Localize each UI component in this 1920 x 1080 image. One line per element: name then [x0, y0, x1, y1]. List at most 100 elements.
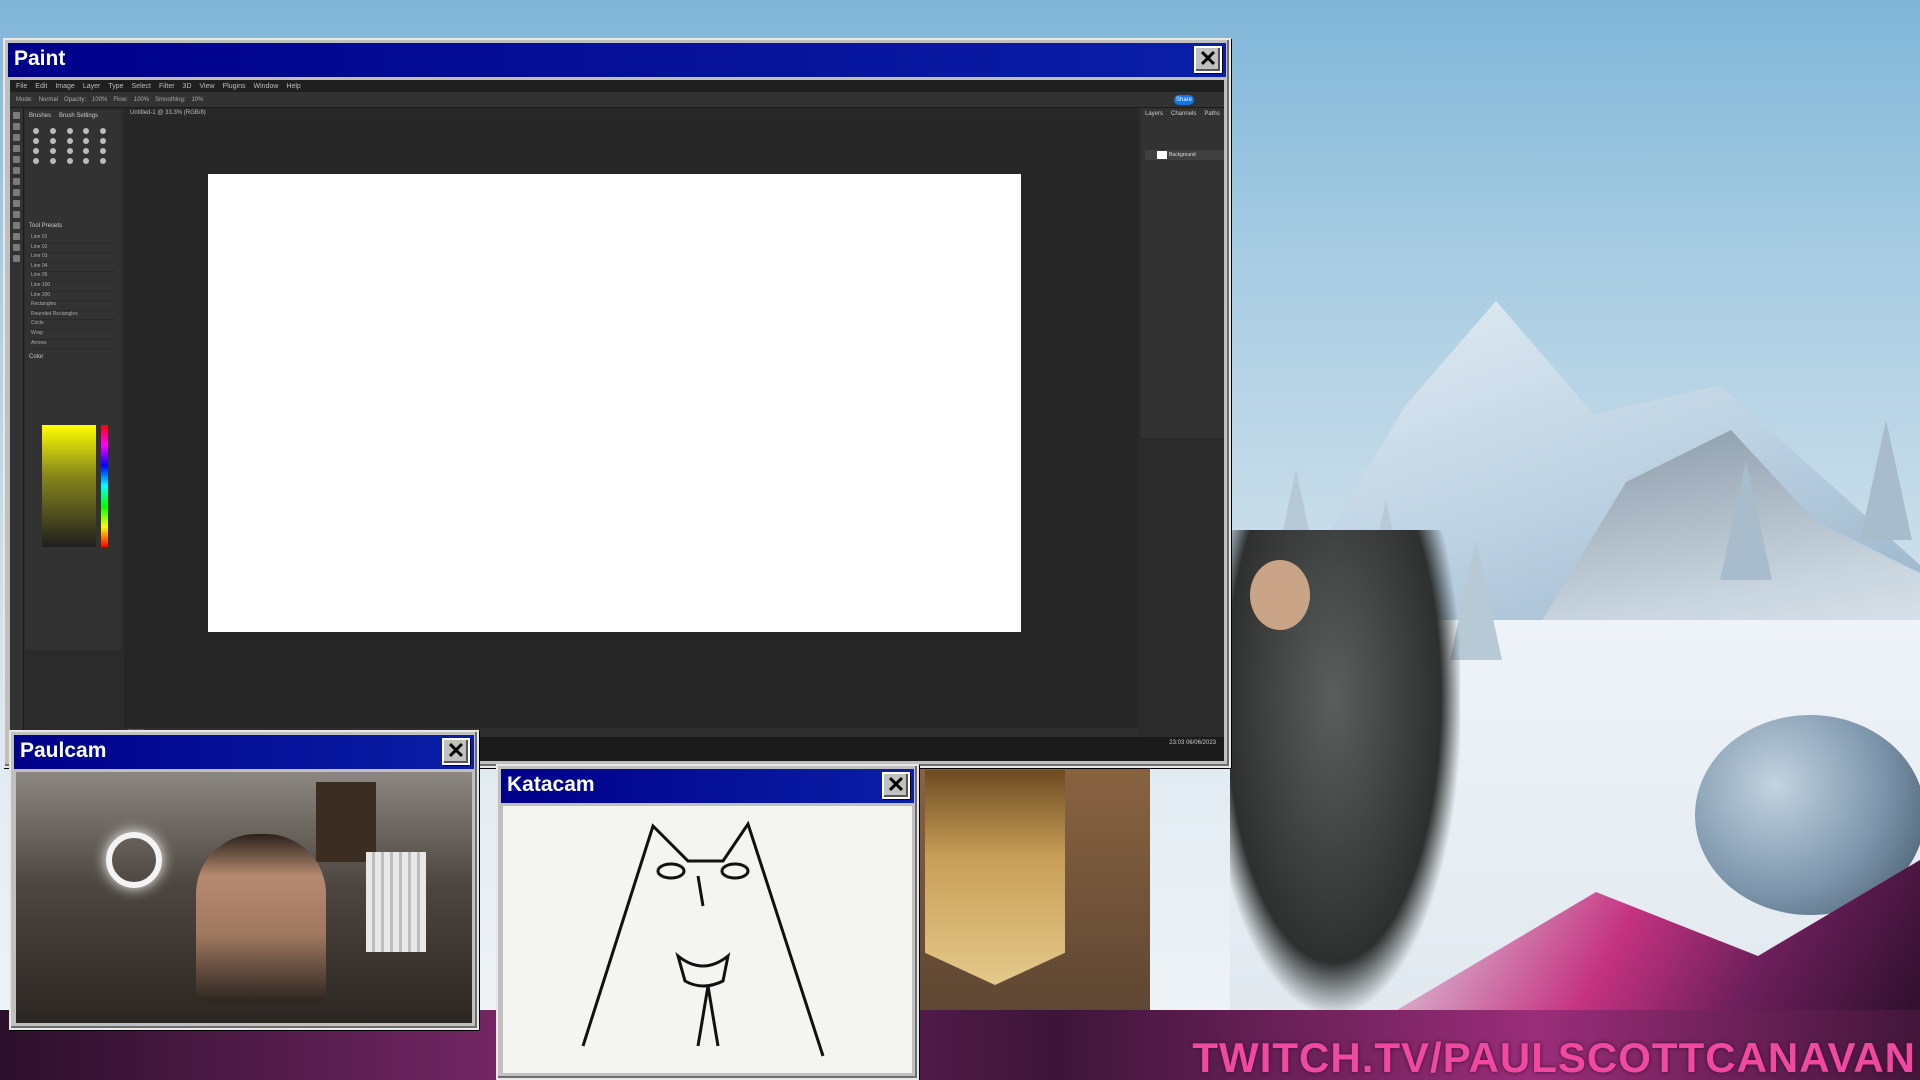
pine-tree [1860, 420, 1912, 540]
gradient-tool-icon[interactable] [13, 200, 20, 207]
tool-preset-item[interactable]: Arrows [31, 340, 115, 350]
brush-preset[interactable] [33, 148, 39, 154]
brush-preset[interactable] [83, 138, 90, 144]
tool-presets-list: Line 01 Line 02 Line 03 Line 04 Line 05 … [25, 232, 121, 351]
tool-preset-item[interactable]: Line 01 [31, 234, 115, 244]
option-opacity-value[interactable]: 100% [92, 97, 107, 103]
menu-plugins[interactable]: Plugins [223, 83, 246, 90]
paint-close-button[interactable]: ✕ [1194, 46, 1222, 73]
menu-select[interactable]: Select [132, 83, 151, 90]
twitch-url: TWITCH.TV/PAULSCOTTCANAVAN [1192, 1034, 1916, 1080]
shape-tool-icon[interactable] [13, 233, 20, 240]
eyedropper-tool-icon[interactable] [13, 156, 20, 163]
katacam-title: Katacam [507, 773, 595, 796]
brush-preset[interactable] [66, 148, 73, 154]
bookshelf [316, 782, 376, 862]
menu-help[interactable]: Help [286, 83, 300, 90]
paint-window: Paint ✕ File Edit Image Layer Type Selec… [3, 38, 1231, 768]
brush-preset[interactable] [33, 138, 39, 144]
tool-preset-item[interactable]: Line 04 [31, 263, 115, 273]
paulcam-close-button[interactable]: ✕ [442, 738, 470, 765]
tool-preset-item[interactable]: Circle [31, 320, 115, 330]
type-tool-icon[interactable] [13, 222, 20, 229]
brush-preset[interactable] [33, 128, 39, 134]
share-button[interactable]: Share [1174, 95, 1194, 105]
option-mode-select[interactable]: Normal [39, 97, 58, 103]
panel-tabs: Brushes Brush Settings [25, 110, 121, 122]
layer-row-background[interactable]: Background [1145, 150, 1224, 160]
katacam-window: Katacam ✕ [496, 764, 919, 1080]
menu-edit[interactable]: Edit [35, 83, 47, 90]
tool-preset-item[interactable]: Line 200 [31, 292, 115, 302]
paint-title-bar[interactable]: Paint ✕ [8, 43, 1226, 77]
brush-preset[interactable] [100, 158, 107, 164]
brush-preset[interactable] [83, 158, 90, 164]
tool-presets-title: Tool Presets [29, 223, 63, 229]
brush-preset[interactable] [100, 148, 107, 154]
lasso-tool-icon[interactable] [13, 134, 20, 141]
paulcam-window: Paulcam ✕ [9, 730, 479, 1030]
brush-preset[interactable] [49, 158, 56, 164]
menu-3d[interactable]: 3D [183, 83, 192, 90]
menu-bar: File Edit Image Layer Type Select Filter… [10, 80, 1224, 92]
brush-preset[interactable] [83, 148, 90, 154]
menu-type[interactable]: Type [108, 83, 123, 90]
hand-tool-icon[interactable] [13, 244, 20, 251]
option-flow-value[interactable]: 100% [134, 97, 149, 103]
tab-channels[interactable]: Channels [1167, 108, 1200, 120]
layer-name: Background [1169, 152, 1196, 158]
zoom-tool-icon[interactable] [13, 255, 20, 262]
menu-filter[interactable]: Filter [159, 83, 175, 90]
pen-tool-icon[interactable] [13, 211, 20, 218]
crop-tool-icon[interactable] [13, 145, 20, 152]
tab-brush-settings[interactable]: Brush Settings [55, 110, 102, 122]
document-tab[interactable]: Untitled-1 @ 33.3% (RGB/8) [124, 108, 1138, 118]
marquee-tool-icon[interactable] [13, 123, 20, 130]
katacam-title-bar[interactable]: Katacam ✕ [501, 769, 914, 803]
tab-layers[interactable]: Layers [1141, 108, 1167, 120]
option-mode-label: Mode: [16, 96, 33, 103]
eraser-tool-icon[interactable] [13, 189, 20, 196]
tool-preset-item[interactable]: Line 05 [31, 272, 115, 282]
tab-brushes[interactable]: Brushes [25, 110, 55, 122]
stamp-tool-icon[interactable] [13, 178, 20, 185]
brush-preset[interactable] [66, 128, 73, 134]
drawing-canvas[interactable] [208, 174, 1021, 632]
brush-preset[interactable] [66, 158, 73, 164]
cat-eye-right [720, 862, 750, 880]
menu-image[interactable]: Image [55, 83, 74, 90]
brush-preset[interactable] [49, 128, 56, 134]
tool-preset-item[interactable]: Line 03 [31, 253, 115, 263]
paulcam-title-bar[interactable]: Paulcam ✕ [14, 735, 474, 769]
tool-preset-item[interactable]: Line 100 [31, 282, 115, 292]
options-bar: Mode: Normal Opacity: 100% Flow: 100% Sm… [10, 92, 1224, 108]
katacam-close-button[interactable]: ✕ [882, 772, 910, 799]
window-title: Paint [14, 47, 66, 70]
tool-preset-item[interactable]: Rectangles [31, 301, 115, 311]
tool-preset-item[interactable]: Line 02 [31, 244, 115, 254]
cat-sketch [503, 806, 912, 1073]
brush-preset[interactable] [100, 138, 107, 144]
menu-view[interactable]: View [200, 83, 215, 90]
photoshop-app: File Edit Image Layer Type Select Filter… [10, 80, 1224, 761]
move-tool-icon[interactable] [13, 112, 20, 119]
hue-slider[interactable] [101, 425, 108, 547]
toolbar [10, 108, 24, 761]
brush-preset[interactable] [33, 158, 39, 164]
brush-tool-icon[interactable] [13, 167, 20, 174]
brush-preset[interactable] [49, 148, 56, 154]
cat-drawing [581, 820, 825, 1057]
option-smoothing-value[interactable]: 10% [191, 97, 203, 103]
tool-preset-item[interactable]: Wrap [31, 330, 115, 340]
menu-window[interactable]: Window [254, 83, 279, 90]
brush-preset[interactable] [83, 128, 90, 134]
brush-preset[interactable] [100, 128, 107, 134]
menu-file[interactable]: File [16, 83, 27, 90]
layers-panel: Layers Channels Paths Background [1141, 108, 1224, 438]
tool-preset-item[interactable]: Rounded Rectangles [31, 311, 115, 321]
brush-preset[interactable] [66, 138, 73, 144]
brush-preset[interactable] [49, 138, 56, 144]
tab-paths[interactable]: Paths [1200, 108, 1223, 120]
menu-layer[interactable]: Layer [83, 83, 101, 90]
color-field[interactable] [42, 425, 96, 547]
